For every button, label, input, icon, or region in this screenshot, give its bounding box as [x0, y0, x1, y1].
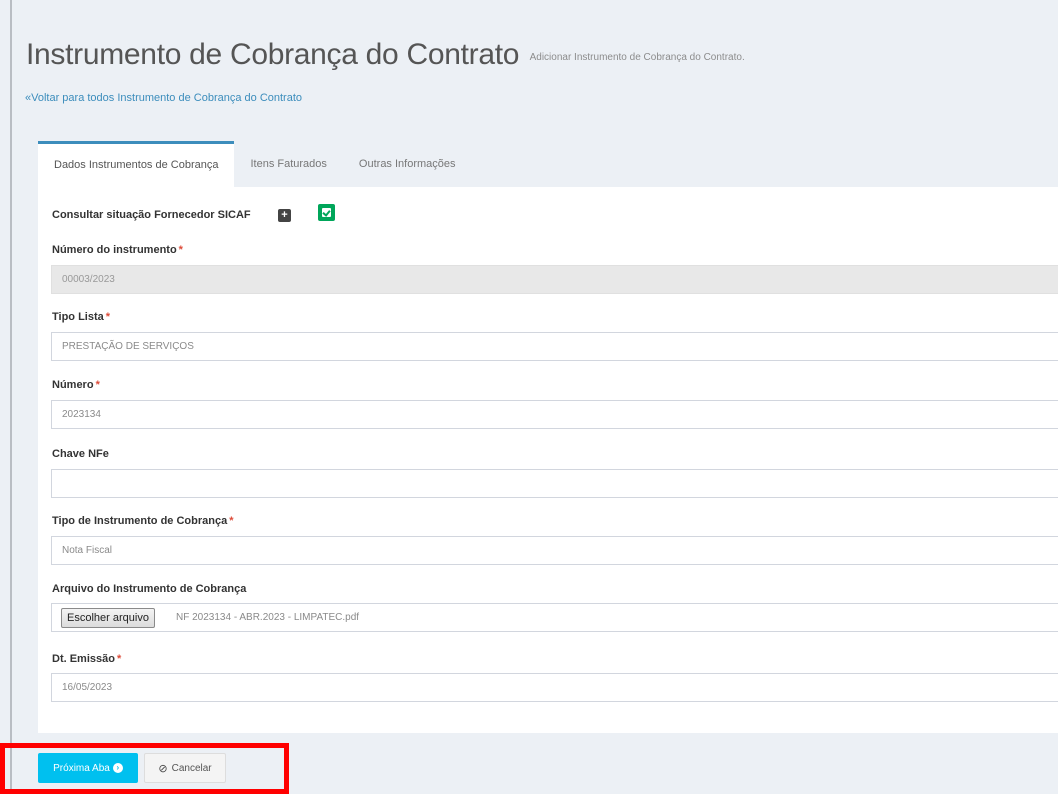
tipo-instrumento-field[interactable]: Nota Fiscal	[51, 536, 1058, 565]
tipo-instrumento-label: Tipo de Instrumento de Cobrança *	[52, 515, 234, 527]
tab-itens-faturados[interactable]: Itens Faturados	[234, 141, 342, 187]
dt-emissao-field[interactable]: 16/05/2023	[51, 673, 1058, 702]
page-subtitle: Adicionar Instrumento de Cobrança do Con…	[529, 52, 745, 63]
required-mark: *	[178, 244, 183, 256]
file-name: NF 2023134 - ABR.2023 - LIMPATEC.pdf	[176, 612, 360, 623]
arquivo-label: Arquivo do Instrumento de Cobrança	[52, 583, 247, 595]
required-mark: *	[116, 653, 122, 665]
choose-file-button[interactable]: Escolher arquivo	[61, 608, 155, 628]
back-link[interactable]: «Voltar para todos Instrumento de Cobran…	[25, 92, 302, 104]
numero-instrumento-field: 00003/2023	[51, 265, 1058, 294]
left-border	[10, 0, 12, 794]
arquivo-field: Escolher arquivo NF 2023134 - ABR.2023 -…	[51, 603, 1058, 632]
required-mark: *	[105, 311, 111, 323]
chave-nfe-label: Chave NFe	[52, 448, 109, 460]
sicaf-check-icon[interactable]	[318, 204, 335, 221]
form-panel: Consultar situação Fornecedor SICAF + Nú…	[38, 187, 1058, 733]
numero-field[interactable]: 2023134	[51, 400, 1058, 429]
numero-instrumento-label: Número do instrumento *	[52, 244, 183, 256]
dt-emissao-label: Dt. Emissão *	[52, 653, 122, 665]
sicaf-label: Consultar situação Fornecedor SICAF	[52, 209, 251, 221]
sicaf-expand-icon[interactable]: +	[278, 209, 291, 222]
highlight-box	[0, 743, 289, 794]
tab-bar: Dados Instrumentos de Cobrança Itens Fat…	[38, 141, 472, 187]
tipo-lista-label: Tipo Lista *	[52, 311, 111, 323]
tab-outras-informacoes[interactable]: Outras Informações	[343, 141, 472, 187]
chave-nfe-field[interactable]	[51, 469, 1058, 498]
tab-dados-instrumentos[interactable]: Dados Instrumentos de Cobrança	[38, 141, 235, 187]
required-mark: *	[229, 515, 234, 527]
tipo-lista-field[interactable]: PRESTAÇÃO DE SERVIÇOS	[51, 332, 1058, 361]
required-mark: *	[95, 379, 100, 391]
numero-label: Número *	[52, 379, 100, 391]
page-title: Instrumento de Cobrança do Contrato	[26, 38, 520, 71]
page-header: Instrumento de Cobrança do Contrato Adic…	[26, 38, 745, 72]
